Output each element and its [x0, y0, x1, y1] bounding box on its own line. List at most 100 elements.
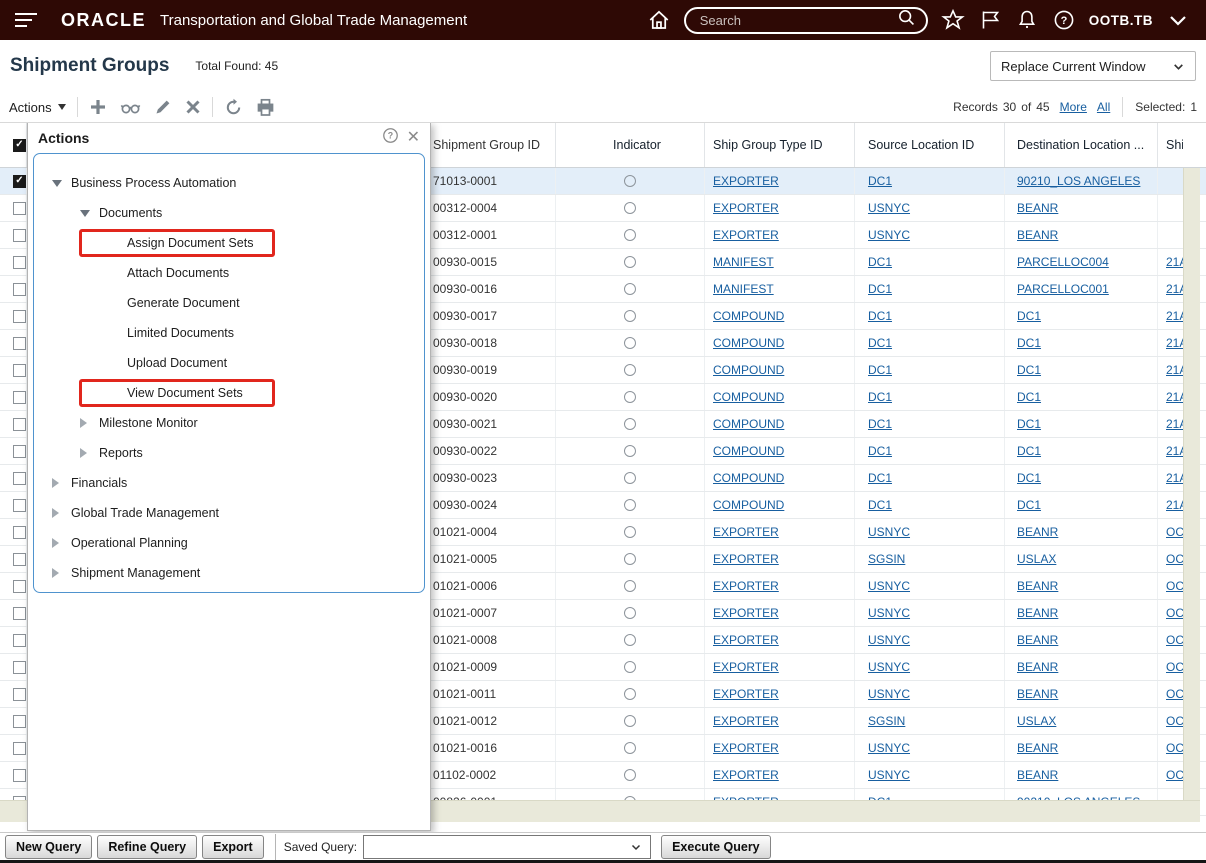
ship-link[interactable]: 21A [1166, 282, 1183, 296]
source-location-link[interactable]: DC1 [868, 498, 892, 512]
tree-item-assign-document-sets[interactable]: Assign Document Sets [34, 228, 424, 258]
source-location-link[interactable]: DC1 [868, 444, 892, 458]
row-checkbox[interactable] [13, 661, 26, 674]
ship-group-type-link[interactable]: EXPORTER [713, 552, 779, 566]
row-checkbox[interactable] [13, 337, 26, 350]
actions-menu-button[interactable]: Actions [9, 100, 66, 115]
destination-location-link[interactable]: BEANR [1017, 660, 1058, 674]
destination-location-link[interactable]: BEANR [1017, 228, 1058, 242]
ship-link[interactable]: OC [1166, 660, 1183, 674]
source-location-link[interactable]: SGSIN [868, 552, 905, 566]
destination-location-link[interactable]: DC1 [1017, 417, 1041, 431]
ship-group-type-link[interactable]: COMPOUND [713, 363, 784, 377]
ship-link[interactable]: 21A [1166, 336, 1183, 350]
row-checkbox[interactable] [13, 526, 26, 539]
row-checkbox[interactable] [13, 634, 26, 647]
tree-item-financials[interactable]: Financials [34, 468, 424, 498]
collapse-arrow-icon[interactable] [52, 180, 62, 187]
column-header-ship-group-type-id[interactable]: Ship Group Type ID [705, 123, 855, 167]
row-checkbox[interactable] [13, 391, 26, 404]
search-icon[interactable] [897, 8, 916, 32]
row-checkbox[interactable] [13, 364, 26, 377]
source-location-link[interactable]: DC1 [868, 417, 892, 431]
source-location-link[interactable]: DC1 [868, 363, 892, 377]
expand-arrow-icon[interactable] [52, 478, 59, 488]
destination-location-link[interactable]: 90210_LOS ANGELES [1017, 174, 1140, 188]
print-icon[interactable] [256, 98, 275, 117]
ship-link[interactable]: 21A [1166, 444, 1183, 458]
row-checkbox[interactable] [13, 742, 26, 755]
row-checkbox[interactable] [13, 229, 26, 242]
row-checkbox[interactable] [13, 310, 26, 323]
row-checkbox[interactable] [13, 715, 26, 728]
source-location-link[interactable]: DC1 [868, 309, 892, 323]
add-icon[interactable] [89, 98, 107, 116]
ship-group-type-link[interactable]: EXPORTER [713, 768, 779, 782]
all-link[interactable]: All [1097, 100, 1110, 114]
column-header-ship[interactable]: Shi [1158, 123, 1183, 167]
ship-link[interactable]: OC [1166, 633, 1183, 647]
ship-group-type-link[interactable]: EXPORTER [713, 633, 779, 647]
source-location-link[interactable]: DC1 [868, 471, 892, 485]
ship-group-type-link[interactable]: EXPORTER [713, 660, 779, 674]
ship-link[interactable]: 21A [1166, 255, 1183, 269]
destination-location-link[interactable]: DC1 [1017, 471, 1041, 485]
row-checkbox[interactable] [13, 445, 26, 458]
ship-link[interactable]: 21A [1166, 363, 1183, 377]
ship-group-type-link[interactable]: COMPOUND [713, 498, 784, 512]
destination-location-link[interactable]: USLAX [1017, 552, 1056, 566]
ship-group-type-link[interactable]: COMPOUND [713, 444, 784, 458]
column-header-source-location-id[interactable]: Source Location ID [855, 123, 1005, 167]
saved-query-select[interactable] [363, 835, 651, 859]
destination-location-link[interactable]: BEANR [1017, 741, 1058, 755]
ship-group-type-link[interactable]: COMPOUND [713, 336, 784, 350]
row-checkbox[interactable] [13, 418, 26, 431]
destination-location-link[interactable]: BEANR [1017, 606, 1058, 620]
tree-item-global-trade-management[interactable]: Global Trade Management [34, 498, 424, 528]
ship-link[interactable]: 21A [1166, 471, 1183, 485]
destination-location-link[interactable]: BEANR [1017, 633, 1058, 647]
tree-item-view-document-sets[interactable]: View Document Sets [34, 378, 424, 408]
source-location-link[interactable]: SGSIN [868, 714, 905, 728]
ship-group-type-link[interactable]: EXPORTER [713, 174, 779, 188]
delete-icon[interactable] [185, 99, 201, 115]
source-location-link[interactable]: USNYC [868, 525, 910, 539]
username[interactable]: OOTB.TB [1089, 13, 1153, 28]
select-all-checkbox[interactable] [13, 139, 26, 152]
row-checkbox[interactable] [13, 688, 26, 701]
ship-group-type-link[interactable]: EXPORTER [713, 741, 779, 755]
source-location-link[interactable]: USNYC [868, 606, 910, 620]
row-checkbox[interactable] [13, 472, 26, 485]
search-input[interactable]: Search [684, 7, 928, 34]
flag-icon[interactable] [978, 8, 1002, 32]
destination-location-link[interactable]: DC1 [1017, 498, 1041, 512]
destination-location-link[interactable]: PARCELLOC004 [1017, 255, 1109, 269]
popup-help-icon[interactable]: ? [382, 127, 399, 149]
ship-group-type-link[interactable]: COMPOUND [713, 471, 784, 485]
ship-link[interactable]: OC [1166, 606, 1183, 620]
refresh-icon[interactable] [224, 98, 243, 117]
ship-group-type-link[interactable]: EXPORTER [713, 606, 779, 620]
destination-location-link[interactable]: USLAX [1017, 714, 1056, 728]
chevron-down-icon[interactable] [1166, 8, 1190, 32]
row-checkbox[interactable] [13, 202, 26, 215]
expand-arrow-icon[interactable] [52, 508, 59, 518]
bell-icon[interactable] [1015, 8, 1039, 32]
source-location-link[interactable]: DC1 [868, 174, 892, 188]
expand-arrow-icon[interactable] [52, 538, 59, 548]
destination-location-link[interactable]: BEANR [1017, 687, 1058, 701]
source-location-link[interactable]: DC1 [868, 336, 892, 350]
source-location-link[interactable]: USNYC [868, 201, 910, 215]
ship-link[interactable]: 21A [1166, 417, 1183, 431]
ship-group-type-link[interactable]: COMPOUND [713, 417, 784, 431]
destination-location-link[interactable]: DC1 [1017, 336, 1041, 350]
ship-group-type-link[interactable]: EXPORTER [713, 579, 779, 593]
row-checkbox[interactable] [13, 769, 26, 782]
ship-group-type-link[interactable]: EXPORTER [713, 228, 779, 242]
row-checkbox[interactable] [13, 256, 26, 269]
row-checkbox[interactable] [13, 607, 26, 620]
tree-item-generate-document[interactable]: Generate Document [34, 288, 424, 318]
expand-arrow-icon[interactable] [80, 418, 87, 428]
collapse-arrow-icon[interactable] [80, 210, 90, 217]
destination-location-link[interactable]: BEANR [1017, 579, 1058, 593]
